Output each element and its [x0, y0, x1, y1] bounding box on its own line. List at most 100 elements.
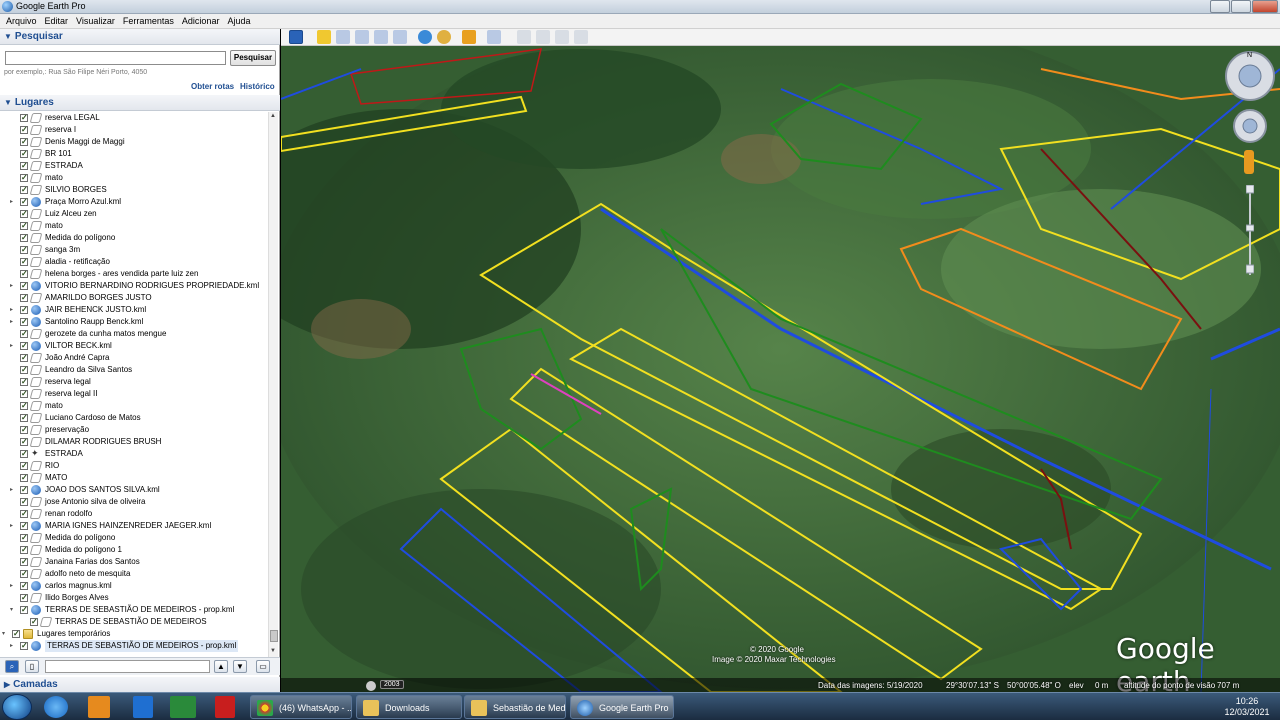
visibility-checkbox[interactable] [20, 304, 28, 316]
email-icon[interactable] [517, 30, 531, 44]
menu-arquivo[interactable]: Arquivo [2, 16, 41, 26]
visibility-checkbox[interactable] [20, 280, 28, 292]
places-list-item[interactable]: ESTRADA [0, 160, 268, 172]
places-list-item[interactable]: ▸ VITORIO BERNARDINO RODRIGUES PROPRIEDAD… [0, 280, 268, 292]
record-tour-icon[interactable] [393, 30, 407, 44]
menu-ferramentas[interactable]: Ferramentas [119, 16, 178, 26]
places-list-item[interactable]: reserva I [0, 124, 268, 136]
visibility-checkbox[interactable] [20, 544, 28, 556]
visibility-checkbox[interactable] [20, 256, 28, 268]
internet-explorer-icon[interactable] [44, 696, 68, 718]
visibility-checkbox[interactable] [20, 124, 28, 136]
visibility-checkbox[interactable] [20, 604, 28, 616]
places-list-item[interactable]: TERRAS DE SEBASTIÃO DE MEDEIROS [0, 616, 268, 628]
close-button[interactable] [1252, 0, 1278, 13]
street-view-pegman-icon[interactable] [1244, 150, 1254, 174]
task-downloads[interactable]: Downloads [356, 695, 462, 719]
expand-arrow-icon[interactable]: ▸ [10, 580, 13, 592]
visibility-checkbox[interactable] [20, 364, 28, 376]
clock-icon[interactable] [366, 681, 376, 691]
scroll-up-icon[interactable]: ▲ [270, 113, 276, 119]
folder-icon[interactable]: ▭ [256, 660, 270, 673]
visibility-checkbox[interactable] [20, 556, 28, 568]
maximize-button[interactable] [1231, 0, 1251, 13]
visibility-checkbox[interactable] [20, 328, 28, 340]
places-list-item[interactable]: ▸ VILTOR BECK.kml [0, 340, 268, 352]
visibility-checkbox[interactable] [20, 172, 28, 184]
satellite-map[interactable] [281, 29, 1280, 692]
places-list-item[interactable]: adolfo neto de mesquita [0, 568, 268, 580]
places-filter-input[interactable] [45, 660, 210, 673]
places-list-item[interactable]: mato [0, 172, 268, 184]
places-list-item[interactable]: DILAMAR RODRIGUES BRUSH [0, 436, 268, 448]
zoom-in-icon[interactable] [1245, 184, 1255, 194]
places-list-item[interactable]: ▸ MARIA IGNES HAINZENREDER JAEGER.kml [0, 520, 268, 532]
visibility-checkbox[interactable] [12, 628, 20, 640]
visibility-checkbox[interactable] [20, 640, 28, 652]
menu-visualizar[interactable]: Visualizar [72, 16, 119, 26]
places-list-item[interactable]: reserva LEGAL [0, 112, 268, 124]
save-image-icon[interactable] [555, 30, 569, 44]
visibility-checkbox[interactable] [20, 184, 28, 196]
places-list-item[interactable]: Luciano Cardoso de Matos [0, 412, 268, 424]
scroll-down-icon[interactable]: ▼ [270, 648, 276, 654]
historical-imagery-icon[interactable] [418, 30, 432, 44]
google-maps-icon[interactable] [574, 30, 588, 44]
visibility-checkbox[interactable] [20, 400, 28, 412]
places-list-item[interactable]: RIO [0, 460, 268, 472]
places-list-item[interactable]: AMARILDO BORGES JUSTO [0, 292, 268, 304]
expand-arrow-icon[interactable]: ▸ [10, 340, 13, 352]
places-list-item[interactable]: renan rodolfo [0, 508, 268, 520]
expand-arrow-icon[interactable]: ▸ [10, 484, 13, 496]
media-player-icon[interactable] [88, 696, 110, 718]
visibility-checkbox[interactable] [20, 592, 28, 604]
visibility-checkbox[interactable] [20, 268, 28, 280]
places-list-item[interactable]: helena borges - ares vendida parte luiz … [0, 268, 268, 280]
visibility-checkbox[interactable] [20, 484, 28, 496]
history-link[interactable]: Histórico [240, 82, 275, 91]
places-list-item[interactable]: ESTRADA [0, 447, 268, 460]
menu-editar[interactable]: Editar [41, 16, 73, 26]
places-list-item[interactable]: reserva legal II [0, 388, 268, 400]
menu-ajuda[interactable]: Ajuda [223, 16, 254, 26]
visibility-checkbox[interactable] [20, 316, 28, 328]
places-list-item[interactable]: João André Capra [0, 352, 268, 364]
visibility-checkbox[interactable] [20, 472, 28, 484]
historical-year-badge[interactable]: 2003 [380, 680, 404, 689]
places-list-item[interactable]: ▾ Lugares temporários [0, 628, 268, 640]
places-list-item[interactable]: Janaina Farias dos Santos [0, 556, 268, 568]
visibility-checkbox[interactable] [20, 244, 28, 256]
sidebar-toggle-icon[interactable] [289, 30, 303, 44]
places-list-item[interactable]: ▾ TERRAS DE SEBASTIÃO DE MEDEIROS - prop.… [0, 604, 268, 616]
search-input[interactable] [5, 51, 226, 65]
expand-arrow-icon[interactable]: ▸ [10, 280, 13, 292]
places-list-item[interactable]: Medida do polígono 1 [0, 544, 268, 556]
task-sebastiao-folder[interactable]: Sebastião de Med... [464, 695, 566, 719]
places-list-item[interactable]: aladia - retificação [0, 256, 268, 268]
visibility-checkbox[interactable] [20, 568, 28, 580]
search-button[interactable]: Pesquisar [230, 50, 276, 66]
sunlight-icon[interactable] [437, 30, 451, 44]
places-list-item[interactable]: ▸ Santolino Raupp Benck.kml [0, 316, 268, 328]
visibility-checkbox[interactable] [20, 532, 28, 544]
ruler-icon[interactable] [487, 30, 501, 44]
places-list-item[interactable]: MATO [0, 472, 268, 484]
expand-arrow-icon[interactable]: ▸ [10, 304, 13, 316]
places-list-item[interactable]: Denis Maggi de Maggi [0, 136, 268, 148]
task-whatsapp-chrome[interactable]: (46) WhatsApp - ... [250, 695, 352, 719]
expand-arrow-icon[interactable]: ▸ [10, 196, 13, 208]
places-list-item[interactable]: ▸ Praça Morro Azul.kml [0, 196, 268, 208]
visibility-checkbox[interactable] [20, 112, 28, 124]
path-icon[interactable] [355, 30, 369, 44]
places-list-item[interactable]: ▸ JAIR BEHENCK JUSTO.kml [0, 304, 268, 316]
visibility-checkbox[interactable] [20, 448, 28, 460]
places-list-item[interactable]: mato [0, 400, 268, 412]
places-panel-header[interactable]: ▼ Lugares [0, 95, 280, 111]
system-clock[interactable]: 10:26 12/03/2021 [1218, 696, 1276, 718]
move-down-icon[interactable]: ▼ [233, 660, 247, 673]
zoom-slider[interactable] [1245, 184, 1255, 275]
visibility-checkbox[interactable] [20, 436, 28, 448]
panel-toggle-icon[interactable]: ▯ [25, 660, 39, 673]
visibility-checkbox[interactable] [20, 160, 28, 172]
print-icon[interactable] [536, 30, 550, 44]
